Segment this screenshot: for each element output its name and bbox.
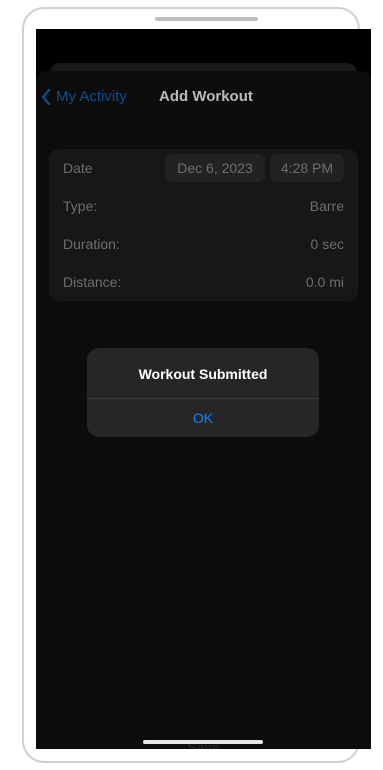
duration-label: Duration:	[63, 236, 120, 252]
phone-screen: My Activity Add Workout Date Dec 6, 2023…	[36, 29, 371, 749]
date-row: Date Dec 6, 2023 4:28 PM	[49, 149, 358, 187]
date-label: Date	[63, 160, 93, 176]
type-row[interactable]: Type: Barre	[49, 187, 358, 225]
page-title: Add Workout	[159, 88, 253, 105]
time-picker[interactable]: 4:28 PM	[270, 154, 344, 182]
home-indicator	[143, 740, 263, 744]
distance-value: 0.0 mi	[305, 274, 344, 290]
type-label: Type:	[63, 198, 98, 214]
distance-label: Distance:	[63, 274, 122, 290]
distance-row[interactable]: Distance: 0.0 mi	[49, 263, 358, 301]
navigation-bar: My Activity Add Workout	[36, 85, 371, 111]
alert-ok-button[interactable]: OK	[87, 399, 319, 437]
alert-dialog: Workout Submitted OK	[87, 348, 319, 437]
back-button[interactable]: My Activity	[41, 88, 127, 105]
duration-value: 0 sec	[310, 236, 344, 252]
type-value: Barre	[309, 198, 344, 214]
alert-title: Workout Submitted	[138, 366, 268, 382]
device-speaker	[155, 17, 258, 21]
chevron-left-icon	[41, 88, 51, 105]
duration-row[interactable]: Duration: 0 sec	[49, 225, 358, 263]
date-picker[interactable]: Dec 6, 2023	[165, 154, 265, 182]
workout-form-card: Date Dec 6, 2023 4:28 PM Type: Barre Dur…	[49, 149, 358, 301]
back-button-label: My Activity	[56, 88, 127, 105]
